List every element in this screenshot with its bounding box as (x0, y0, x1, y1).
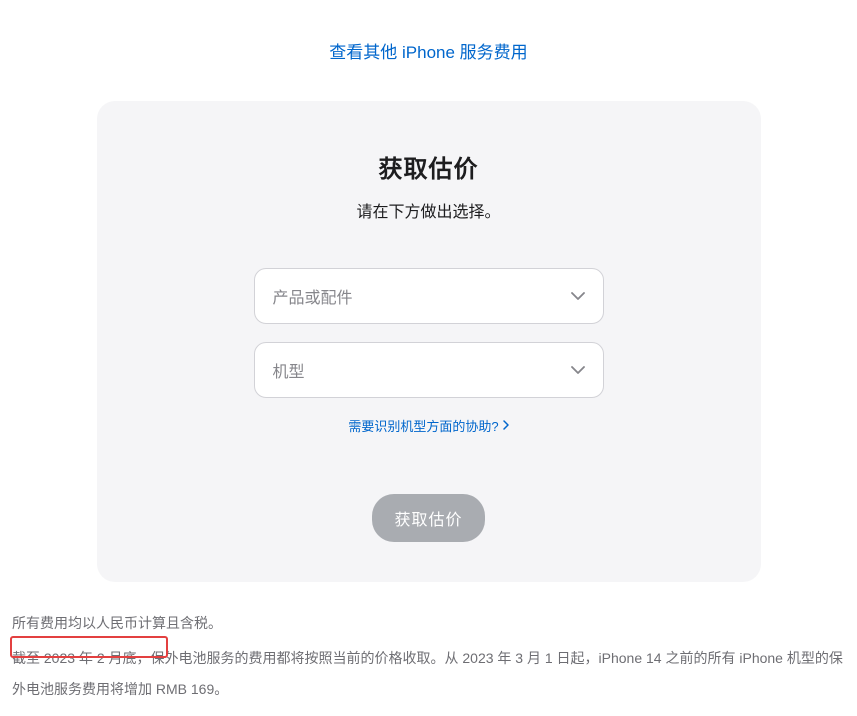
card-title: 获取估价 (137, 149, 721, 184)
help-link-container: 需要识别机型方面的协助? (137, 416, 721, 436)
footer-line-2: 截至 2023 年 2 月底，保外电池服务的费用都将按照当前的价格收取。从 20… (12, 643, 845, 705)
top-link-container: 查看其他 iPhone 服务费用 (0, 0, 857, 101)
product-select[interactable]: 产品或配件 (254, 268, 604, 324)
other-service-fees-link[interactable]: 查看其他 iPhone 服务费用 (329, 43, 527, 62)
footer-text: 所有费用均以人民币计算且含税。 截至 2023 年 2 月底，保外电池服务的费用… (0, 582, 857, 716)
product-select-placeholder: 产品或配件 (273, 284, 353, 308)
chevron-down-icon (571, 292, 585, 300)
select-group: 产品或配件 机型 (137, 268, 721, 398)
estimate-card: 获取估价 请在下方做出选择。 产品或配件 机型 需要识别机型方面的协助? 获取估… (97, 101, 761, 582)
card-subtitle: 请在下方做出选择。 (137, 198, 721, 222)
model-select-placeholder: 机型 (273, 358, 305, 382)
footer-line-1: 所有费用均以人民币计算且含税。 (12, 608, 845, 639)
help-link-label: 需要识别机型方面的协助? (348, 416, 498, 435)
chevron-right-icon (503, 418, 509, 433)
identify-model-help-link[interactable]: 需要识别机型方面的协助? (348, 416, 508, 435)
get-estimate-button[interactable]: 获取估价 (372, 494, 484, 542)
chevron-down-icon (571, 366, 585, 374)
model-select[interactable]: 机型 (254, 342, 604, 398)
